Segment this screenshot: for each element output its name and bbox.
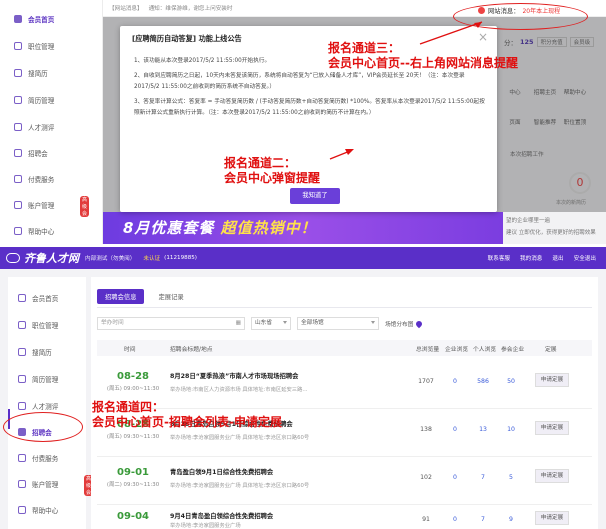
sidebar-item-jobs[interactable]: 职位管理 — [18, 320, 58, 330]
annotation-arrow — [419, 21, 483, 45]
jobfair-location: 举办场地:李沧家园服务业广场 具体地址:李沧区京口路60号 — [170, 483, 310, 489]
tabs: 招聘会信息 定展记录 — [97, 289, 192, 304]
apply-booth-button[interactable]: 申请定展 — [535, 469, 569, 483]
safe-logout-link[interactable]: 安全退出 — [574, 254, 596, 262]
briefcase-icon — [18, 321, 26, 329]
venue-select[interactable]: 全部场馆 — [297, 317, 379, 330]
apply-booth-button[interactable]: 申请定展 — [535, 373, 569, 387]
chevron-down-icon — [371, 321, 375, 324]
map-pin-icon — [415, 319, 424, 328]
logo-icon — [6, 253, 20, 263]
apply-booth-button[interactable]: 申请定展 — [535, 511, 569, 525]
certification-status[interactable]: 未认证 — [143, 254, 160, 262]
resume-icon — [18, 375, 26, 383]
jobfair-location: 举办场地:李沧家园服务业广场 — [170, 523, 241, 529]
jobfair-title[interactable]: 9月4日青岛盈白领综合性免费招聘会 — [170, 511, 410, 520]
top-header: 齐鲁人才网 内部测试（勿美阅） 未认证 (11219885) 联系客服 我的消息… — [0, 247, 606, 269]
filters: 举办时间 ▦ 山东省 全部场馆 场馆分布图 — [97, 317, 424, 330]
annotation-channel-4: 报名通道四： 会员中心首页-招聘会列表-申请定展 — [92, 400, 282, 429]
search-icon — [18, 348, 26, 356]
home-icon — [18, 294, 26, 302]
jobfair-title[interactable]: 8月28日“夏季热浪”市南人才市场现场招聘会 — [170, 371, 410, 380]
highlight-ellipse — [3, 412, 83, 442]
venue-map-link[interactable]: 场馆分布图 — [385, 319, 424, 328]
sidebar-item-search-resume[interactable]: 搜简历 — [18, 347, 52, 357]
jobfair-location: 举办场地:李沧家园服务业广场 具体地址:李沧区京口路60号 — [170, 435, 310, 441]
sidebar-item-resumes[interactable]: 简历管理 — [18, 374, 58, 384]
chevron-down-icon — [283, 321, 287, 324]
date-cell: 09-04 — [117, 511, 149, 522]
sidebar-item-paid-services[interactable]: 付费服务 — [18, 453, 58, 463]
my-messages-link[interactable]: 我的消息 — [520, 254, 542, 262]
company-name: 内部测试（勿美阅） — [85, 256, 136, 262]
top-screenshot: 会员首页 职位管理 搜简历 简历管理 人才测评 招聘会 付费服务 账户管理 高级会… — [0, 0, 606, 244]
date-cell: 08-28 (周五) 09:00~11:30 — [106, 371, 160, 392]
sidebar-item-home[interactable]: 会员首页 — [18, 293, 58, 303]
header-links: 联系客服 我的消息 退出 安全退出 — [488, 254, 596, 262]
tab-booth-records[interactable]: 定展记录 — [150, 289, 191, 304]
account-id: (11219885) — [164, 255, 197, 261]
gem-icon — [18, 454, 26, 462]
date-cell: 09-01 (周二) 09:30~11:30 — [106, 467, 160, 488]
annotation-channel-2: 报名通道二： 会员中心弹窗提醒 — [224, 156, 321, 185]
contact-support-link[interactable]: 联系客服 — [488, 254, 510, 262]
table-row: 09-01 (周二) 09:30~11:30 青岛盈白领9月1日综合性免费招聘会 … — [97, 457, 592, 505]
divider — [97, 307, 592, 308]
sidebar-item-help[interactable]: 帮助中心 — [18, 505, 58, 515]
table-header: 时间 招聘会标题/地点 总浏览量 企业浏览 个人浏览 参会企业 定展 — [97, 340, 592, 356]
tab-jobfair-info[interactable]: 招聘会信息 — [97, 289, 145, 304]
help-icon — [18, 506, 26, 514]
annotation-arrows — [329, 21, 483, 160]
account-icon — [18, 480, 26, 488]
logout-link[interactable]: 退出 — [552, 254, 563, 262]
table-row: 09-04 9月4日青岛盈白领综合性免费招聘会 举办场地:李沧家园服务业广场 9… — [97, 505, 592, 529]
sidebar-item-account[interactable]: 账户管理 高级会 — [18, 475, 94, 496]
jobfair-location: 举办场地:市南区人力资源市场 具体地址:市南区延安三路... — [170, 387, 308, 393]
bottom-screenshot: 齐鲁人才网 内部测试（勿美阅） 未认证 (11219885) 联系客服 我的消息… — [0, 247, 606, 529]
jobfair-title[interactable]: 青岛盈白领9月1日综合性免费招聘会 — [170, 467, 410, 476]
sidebar-item-assessment[interactable]: 人才测评 — [18, 401, 58, 411]
assessment-icon — [18, 402, 26, 410]
apply-booth-button[interactable]: 申请定展 — [535, 421, 569, 435]
site-logo[interactable]: 齐鲁人才网 — [0, 250, 79, 266]
calendar-icon: ▦ — [235, 320, 241, 326]
sidebar: 会员首页 职位管理 搜简历 简历管理 人才测评 招聘会 付费服务 账户管理 高级会… — [8, 277, 94, 529]
date-input[interactable]: 举办时间 ▦ — [97, 317, 245, 330]
province-select[interactable]: 山东省 — [251, 317, 291, 330]
